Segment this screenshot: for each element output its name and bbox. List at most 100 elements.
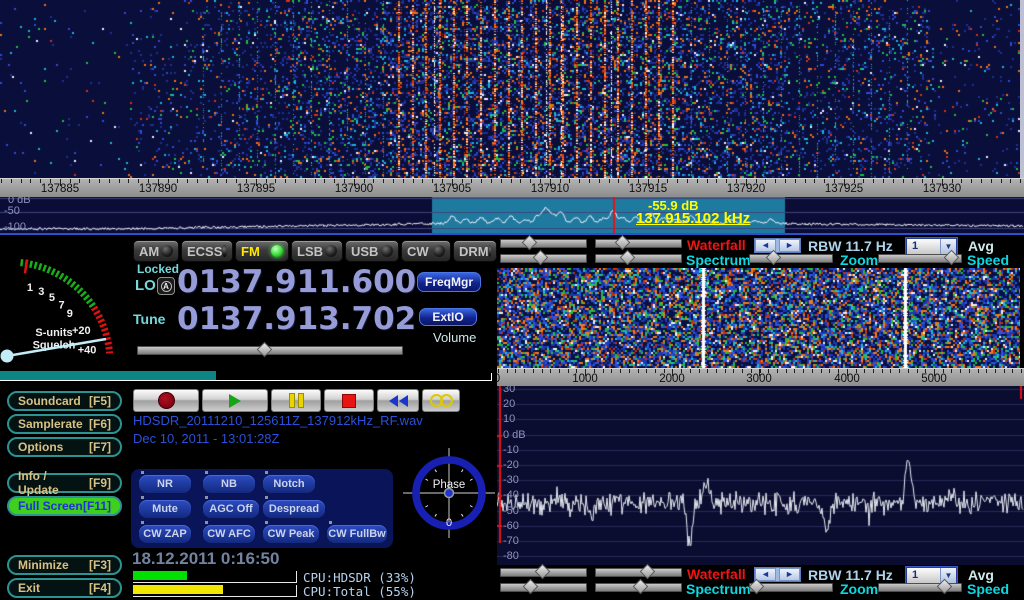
speed-slider-bottom[interactable] [878,583,962,592]
scale-minor-tick [1010,179,1011,183]
volume-slider[interactable] [137,346,403,355]
scale-minor-tick [305,179,306,183]
scale-minor-tick [785,179,786,183]
mode-cw-led [433,245,445,257]
minimize-button[interactable]: Minimize[F3] [7,555,122,575]
speed-slider-top[interactable] [878,254,962,263]
main-frequency-scale[interactable]: 1378851378901378951379001379051379101379… [0,178,1024,197]
contrast-slider-bottom[interactable] [500,568,587,577]
contrast-slider-top[interactable] [500,239,587,248]
brightness-slider-bottom[interactable] [595,568,682,577]
rewind-button[interactable] [377,389,419,412]
scale-minor-tick [603,369,604,373]
brightness-slider-bottom-thumb[interactable] [640,564,656,580]
nb-button[interactable]: NB [203,475,255,493]
lo-frequency-display[interactable]: 0137.911.600 [177,264,416,300]
mode-usb-button[interactable]: USB [345,240,399,262]
cw-afc-button[interactable]: CW AFC [203,525,255,543]
rx-spectrum[interactable] [497,385,1024,565]
rx-waterfall[interactable] [497,268,1020,368]
brightness2-slider-top-thumb[interactable] [620,250,636,266]
waterfall-right-scrollbar[interactable] [1020,0,1024,178]
fullscreen-label: Full Screen [18,499,83,513]
record-button[interactable] [133,389,199,412]
mode-ecss-button[interactable]: ECSS [181,240,233,262]
scale-tick-label: 5000 [921,373,947,385]
contrast2-slider-top-thumb[interactable] [533,250,549,266]
mode-am-led [161,245,173,257]
avg-select-bottom[interactable]: 1 ▼ [906,567,957,584]
squelch-needle-pivot[interactable] [1,350,14,363]
exit-label: Exit [18,581,40,595]
volume-slider-thumb[interactable] [257,342,273,358]
contrast2-slider-top[interactable] [500,254,587,263]
scale-minor-tick [646,369,647,373]
cw-peak-button[interactable]: CW Peak [263,525,319,543]
play-button[interactable] [202,389,268,412]
options-button[interactable]: Options[F7] [7,437,122,457]
cw-fullbw-button[interactable]: CW FullBw [327,525,387,543]
mode-drm-button[interactable]: DRM [453,240,497,262]
minimize-key: [F3] [89,558,111,572]
spectrum-tab-bottom[interactable]: Spectrum [686,581,751,597]
soundcard-button[interactable]: Soundcard[F5] [7,391,122,411]
waterfall-tab-top[interactable]: Waterfall [687,237,746,253]
contrast2-slider-bottom-thumb[interactable] [523,579,539,595]
scale-minor-tick [30,179,31,183]
shift-scrollbar-bottom[interactable]: ◄ ► [754,567,801,582]
brightness2-slider-bottom[interactable] [595,583,682,592]
tune-frequency-display[interactable]: 0137.913.702 [177,301,416,337]
pause-button[interactable] [271,389,321,412]
scale-minor-tick [609,179,610,183]
extio-button[interactable]: ExtIO [419,308,477,326]
scale-minor-tick [109,179,110,183]
brightness-slider-top-thumb[interactable] [615,235,631,251]
scale-minor-tick [511,179,512,183]
scale-minor-tick [890,369,891,373]
squelch-bar-end-tick [491,373,492,381]
stop-button[interactable] [324,389,374,412]
brightness-slider-top[interactable] [595,239,682,248]
mute-button[interactable]: Mute [139,500,191,518]
scale-tick-label: 137905 [433,183,471,195]
mode-am-button[interactable]: AM [133,240,179,262]
contrast2-slider-bottom[interactable] [500,583,587,592]
contrast-slider-bottom-thumb[interactable] [535,564,551,580]
mode-fm-button[interactable]: FM [235,240,289,262]
nr-button[interactable]: NR [139,475,191,493]
freqmgr-button[interactable]: FreqMgr [417,272,481,292]
despread-button[interactable]: Despread [263,500,325,518]
notch-button[interactable]: Notch [263,475,315,493]
shift-right-arrow-top[interactable]: ► [779,239,800,252]
shift-right-arrow-bottom[interactable]: ► [779,568,800,581]
cw-zap-button[interactable]: CW ZAP [139,525,191,543]
mode-cw-button[interactable]: CW [401,240,451,262]
zoom-slider-top[interactable] [749,254,833,263]
waterfall-tab-bottom[interactable]: Waterfall [687,566,746,582]
mode-lsb-button[interactable]: LSB [291,240,343,262]
scale-minor-tick [821,369,822,373]
brightness2-slider-top[interactable] [595,254,682,263]
phase-center-dot [445,489,454,498]
agc-button[interactable]: AGC Off [203,500,259,518]
zoom-slider-bottom[interactable] [749,583,833,592]
main-waterfall[interactable] [0,0,1024,178]
lo-lock-button[interactable]: A [157,277,175,295]
loop-button[interactable] [422,389,460,412]
fullscreen-button[interactable]: Full Screen[F11] [7,496,122,516]
shift-left-arrow-bottom[interactable]: ◄ [755,568,776,581]
contrast-slider-top-thumb[interactable] [522,235,538,251]
samplerate-button[interactable]: Samplerate[F6] [7,414,122,434]
scale-minor-tick [677,179,678,183]
spectrum-tab-top[interactable]: Spectrum [686,252,751,268]
rx-frequency-scale[interactable]: 100020003000400050000 [497,368,1024,386]
zoom-label-bottom: Zoom [840,581,878,597]
datetime-display: 18.12.2011 0:16:50 [132,549,279,569]
main-spectrum[interactable] [0,196,1024,233]
scale-minor-tick [559,369,560,373]
info-update-button[interactable]: Info / Update[F9] [7,473,122,493]
shift-scrollbar-top[interactable]: ◄ ► [754,238,801,253]
brightness2-slider-bottom-thumb[interactable] [633,579,649,595]
mode-drm-led [489,245,491,257]
exit-button[interactable]: Exit[F4] [7,578,122,598]
